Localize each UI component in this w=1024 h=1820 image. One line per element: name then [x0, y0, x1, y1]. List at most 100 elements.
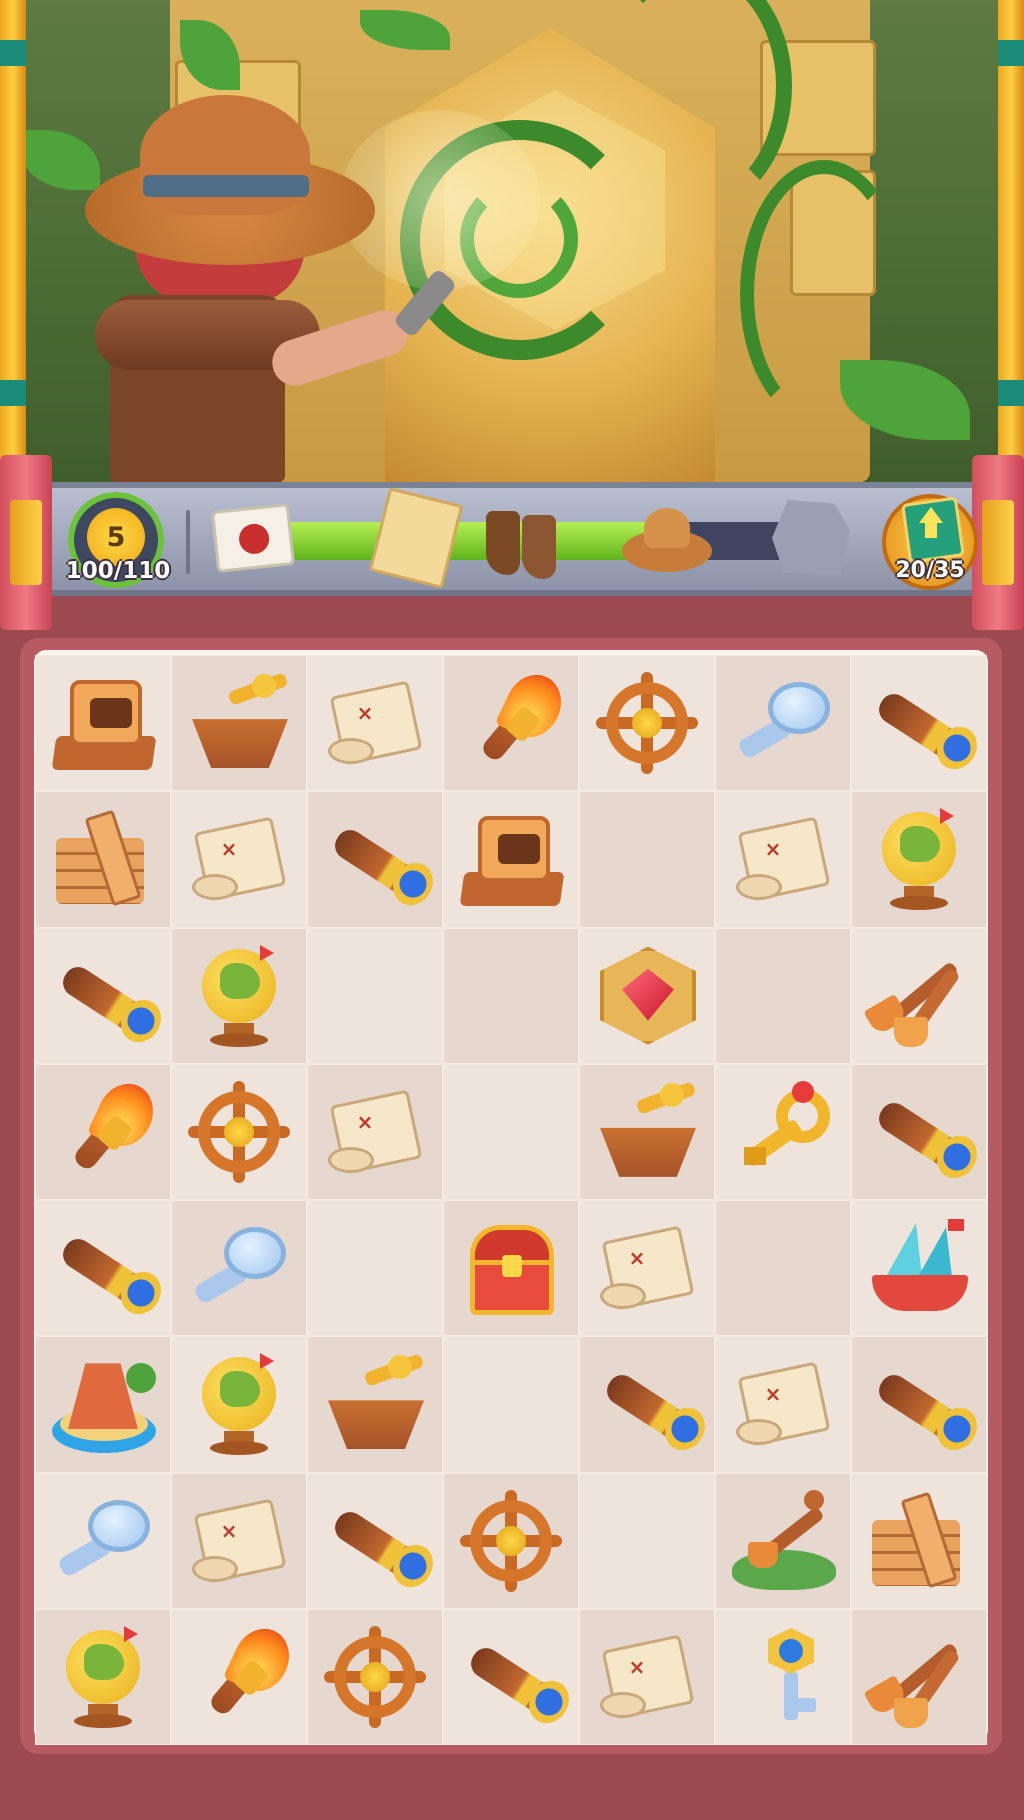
scroll-item-icon[interactable]: × [320, 1077, 430, 1187]
board-cell[interactable] [171, 655, 307, 792]
globe-item-icon[interactable] [184, 1349, 294, 1459]
shovel-item-icon[interactable] [863, 941, 974, 1051]
scroll-item-icon[interactable]: × [184, 804, 294, 914]
board-cell[interactable] [307, 1200, 443, 1337]
spyglass-item-icon[interactable] [864, 1077, 985, 1187]
board-cell[interactable] [307, 791, 443, 928]
board-cell[interactable] [851, 1063, 987, 1200]
chest-item-icon[interactable] [456, 1213, 566, 1323]
sextant-item-icon[interactable] [184, 668, 294, 778]
goldkey-item-icon[interactable] [728, 1077, 838, 1187]
board-cell[interactable] [171, 927, 307, 1064]
magnifier-item-icon[interactable] [48, 1486, 158, 1596]
globe-item-icon[interactable] [48, 1622, 158, 1732]
globe-item-icon[interactable] [184, 941, 294, 1051]
scroll-item-icon[interactable]: × [728, 1349, 838, 1459]
board-cell[interactable]: × [579, 1200, 715, 1337]
gem-item-icon[interactable] [592, 941, 702, 1051]
spyglass-item-icon[interactable] [592, 1349, 713, 1459]
island-item-icon[interactable] [48, 1349, 158, 1459]
board-cell[interactable] [171, 1336, 307, 1473]
spyglass-item-icon[interactable] [320, 804, 441, 914]
magnifier-item-icon[interactable] [184, 1213, 294, 1323]
shovelgrass-item-icon[interactable] [728, 1486, 838, 1596]
sextant-item-icon[interactable] [592, 1077, 702, 1187]
furnace-item-icon[interactable] [48, 668, 158, 778]
board-cell[interactable] [35, 1336, 171, 1473]
board-cell[interactable] [715, 927, 851, 1064]
board-cell[interactable] [851, 655, 987, 792]
board-cell[interactable] [35, 1472, 171, 1609]
board-cell[interactable] [851, 1608, 987, 1745]
board-cell[interactable]: × [715, 1336, 851, 1473]
board-cell[interactable] [171, 1608, 307, 1745]
board-cell[interactable] [443, 1063, 579, 1200]
board-cell[interactable] [307, 927, 443, 1064]
spyglass-item-icon[interactable] [48, 941, 169, 1051]
furnace-item-icon[interactable] [456, 804, 566, 914]
globe-item-icon[interactable] [864, 804, 974, 914]
board-cell[interactable] [307, 1336, 443, 1473]
board-cell[interactable] [171, 1200, 307, 1337]
board-cell[interactable] [851, 791, 987, 928]
board-cell[interactable] [443, 1200, 579, 1337]
scroll-item-icon[interactable]: × [592, 1622, 702, 1732]
board-cell[interactable]: × [715, 791, 851, 928]
magnifier-item-icon[interactable] [728, 668, 838, 778]
board-cell[interactable] [579, 1336, 715, 1473]
board-cell[interactable] [579, 1472, 715, 1609]
board-cell[interactable] [35, 791, 171, 928]
board-cell[interactable] [579, 927, 715, 1064]
board-cell[interactable] [851, 927, 987, 1064]
board-cell[interactable] [443, 927, 579, 1064]
scroll-item-icon[interactable]: × [320, 668, 430, 778]
board-cell[interactable] [851, 1472, 987, 1609]
board-cell[interactable] [307, 1472, 443, 1609]
board-cell[interactable] [851, 1336, 987, 1473]
spyglass-item-icon[interactable] [456, 1622, 577, 1732]
torch-item-icon[interactable] [184, 1619, 299, 1732]
board-cell[interactable] [35, 1608, 171, 1745]
board-cell[interactable] [171, 1063, 307, 1200]
board-cell[interactable] [35, 1063, 171, 1200]
sextant-item-icon[interactable] [320, 1349, 430, 1459]
scroll-item-icon[interactable]: × [728, 804, 838, 914]
shovel-item-icon[interactable] [863, 1622, 974, 1732]
board-cell[interactable] [715, 655, 851, 792]
spyglass-item-icon[interactable] [864, 1349, 985, 1459]
board-cell[interactable]: × [307, 1063, 443, 1200]
board-cell[interactable] [715, 1608, 851, 1745]
bricks-item-icon[interactable] [864, 1486, 974, 1596]
spyglass-item-icon[interactable] [48, 1213, 169, 1323]
board-cell[interactable] [35, 927, 171, 1064]
board-cell[interactable] [443, 1472, 579, 1609]
wheel-item-icon[interactable] [320, 1622, 430, 1732]
board-cell[interactable]: × [171, 791, 307, 928]
spyglass-item-icon[interactable] [320, 1486, 441, 1596]
board-cell[interactable] [35, 1200, 171, 1337]
bluekey-item-icon[interactable] [728, 1622, 838, 1732]
board-cell[interactable] [307, 1608, 443, 1745]
wheel-item-icon[interactable] [184, 1077, 294, 1187]
board-cell[interactable]: × [171, 1472, 307, 1609]
ship-item-icon[interactable] [864, 1213, 974, 1323]
board-cell[interactable] [715, 1200, 851, 1337]
board-cell[interactable] [579, 791, 715, 928]
board-cell[interactable] [443, 655, 579, 792]
torch-item-icon[interactable] [456, 665, 571, 778]
board-cell[interactable] [35, 655, 171, 792]
board-cell[interactable] [579, 655, 715, 792]
board-cell[interactable] [715, 1472, 851, 1609]
scroll-item-icon[interactable]: × [592, 1213, 702, 1323]
board-cell[interactable] [851, 1200, 987, 1337]
wheel-item-icon[interactable] [456, 1486, 566, 1596]
torch-item-icon[interactable] [48, 1074, 163, 1187]
reward-locked-icon[interactable] [772, 500, 850, 576]
wheel-item-icon[interactable] [592, 668, 702, 778]
bricks-item-icon[interactable] [48, 804, 158, 914]
scroll-item-icon[interactable]: × [184, 1486, 294, 1596]
reward-letter-icon[interactable] [210, 503, 296, 573]
board-cell[interactable] [443, 791, 579, 928]
board-cell[interactable] [443, 1608, 579, 1745]
board-cell[interactable]: × [307, 655, 443, 792]
